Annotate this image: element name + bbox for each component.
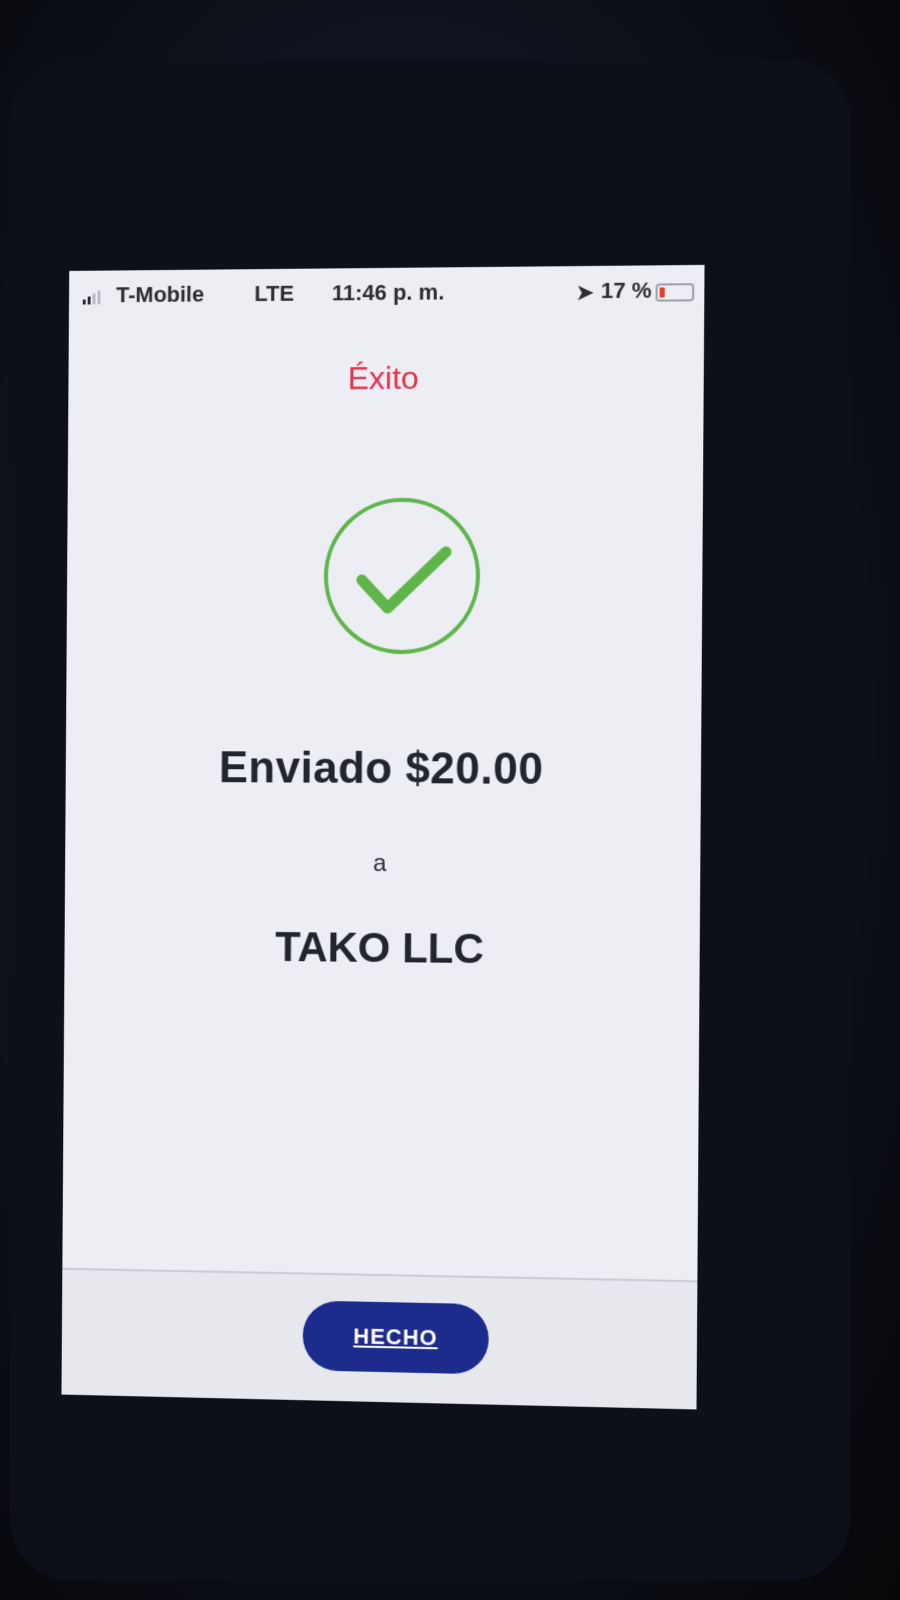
status-bar: T-Mobile LTE 11:46 p. m. ➤ 17 % xyxy=(69,265,705,319)
page-title: Éxito xyxy=(347,359,419,397)
sent-amount-text: Enviado $20.00 xyxy=(218,743,544,794)
location-arrow-icon: ➤ xyxy=(576,282,594,305)
recipient-connector: a xyxy=(373,849,387,878)
battery-icon xyxy=(655,283,695,302)
signal-icon xyxy=(82,290,101,305)
footer-bar: HECHO xyxy=(61,1269,698,1410)
battery-level xyxy=(659,287,665,298)
recipient-name: TAKO LLC xyxy=(274,922,485,973)
battery-percent: 17 % xyxy=(600,277,652,304)
phone-screen: T-Mobile LTE 11:46 p. m. ➤ 17 % Éxito En… xyxy=(61,264,705,1410)
checkmark-circle-icon xyxy=(321,496,482,656)
carrier-name: T-Mobile xyxy=(116,281,205,308)
network-type: LTE xyxy=(254,280,295,307)
status-time: 11:46 p. m. xyxy=(331,279,445,306)
done-button[interactable]: HECHO xyxy=(302,1300,489,1375)
